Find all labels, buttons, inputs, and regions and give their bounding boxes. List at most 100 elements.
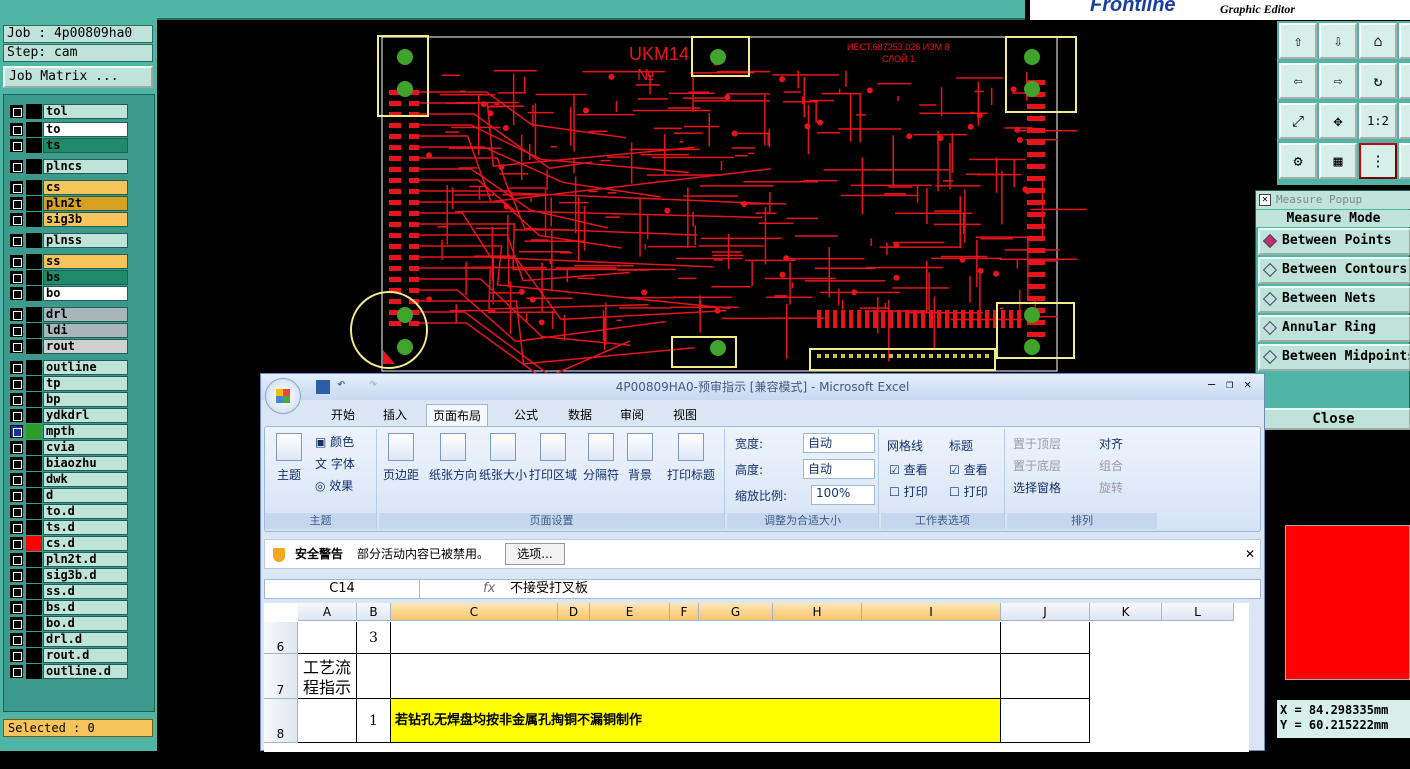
rotate-button[interactable]: 旋转 (1099, 479, 1123, 496)
layer-row[interactable]: cs (8, 180, 128, 195)
column-header[interactable]: D (558, 603, 590, 621)
measure-option[interactable]: Between Contours (1258, 257, 1410, 284)
options-button[interactable]: 选项... (505, 543, 565, 565)
layer-row[interactable]: to (8, 122, 128, 137)
group-button[interactable]: 组合 (1099, 457, 1123, 474)
page-setup-button[interactable]: 背景 (627, 433, 653, 483)
measure-option[interactable]: Between Nets (1258, 286, 1410, 313)
layer-checkbox[interactable] (10, 393, 23, 406)
worksheet-grid[interactable]: A B C D E F G H I J K L 6 3 7 工艺流程指示 8 1 若钻孔无焊盘均按非金属孔掏铜不漏铜… (264, 603, 1249, 752)
layer-checkbox[interactable] (10, 181, 23, 194)
ribbon-tab[interactable]: 开始 (321, 404, 365, 426)
cell-a[interactable] (298, 622, 357, 654)
close-icon[interactable]: ✕ (1259, 194, 1271, 206)
column-header[interactable]: B (357, 603, 391, 621)
job-matrix-button[interactable]: Job Matrix ... (3, 66, 153, 88)
layer-row[interactable]: sig3b.d (8, 568, 128, 583)
layer-row[interactable]: outline.d (8, 664, 128, 679)
close-warning-icon[interactable]: ✕ (1245, 540, 1255, 568)
headings-print-checkbox[interactable]: ☐ 打印 (949, 483, 988, 500)
layer-row[interactable]: ts (8, 138, 128, 153)
cell-a[interactable]: 工艺流程指示 (298, 654, 357, 699)
layer-row[interactable]: d (8, 488, 128, 503)
column-header[interactable]: A (298, 603, 357, 621)
layer-row[interactable]: to.d (8, 504, 128, 519)
column-header[interactable]: E (590, 603, 670, 621)
layer-checkbox[interactable] (10, 139, 23, 152)
layer-row[interactable]: tp (8, 376, 128, 391)
cell-j[interactable] (1001, 622, 1090, 654)
layer-row[interactable]: bs (8, 270, 128, 285)
page-setup-button[interactable]: 分隔符 (583, 433, 619, 483)
row-header[interactable]: 7 (264, 654, 298, 699)
measure-option[interactable]: Between Midpoints (1258, 344, 1410, 371)
tool-icon[interactable] (1399, 23, 1410, 59)
layer-row[interactable]: outline (8, 360, 128, 375)
layer-checkbox[interactable] (10, 234, 23, 247)
tool-icon[interactable] (1399, 103, 1410, 139)
pcb-canvas[interactable]: UKM14 № ИЕСТ.687253.026 ИЗМ 8 СЛОЙ 1 (157, 20, 1277, 380)
layer-row[interactable]: bp (8, 392, 128, 407)
layer-checkbox[interactable] (10, 213, 23, 226)
layer-row[interactable]: pln2t.d (8, 552, 128, 567)
layer-checkbox[interactable] (10, 441, 23, 454)
close-button[interactable]: Close (1256, 408, 1410, 430)
layer-row[interactable]: tol (8, 104, 128, 119)
layer-checkbox[interactable] (10, 377, 23, 390)
column-header[interactable]: K (1090, 603, 1162, 621)
layer-row[interactable]: plnss (8, 233, 128, 248)
page-setup-button[interactable]: 页边距 (383, 433, 419, 483)
layer-checkbox[interactable] (10, 271, 23, 284)
column-header[interactable]: C (391, 603, 558, 621)
ribbon-tab[interactable]: 审阅 (610, 404, 654, 426)
theme-button[interactable]: 主题 (271, 433, 307, 483)
layer-checkbox[interactable] (10, 665, 23, 678)
layer-checkbox[interactable] (10, 537, 23, 550)
layer-checkbox[interactable] (10, 425, 23, 438)
fonts-button[interactable]: 文 字体 (315, 455, 355, 472)
layer-row[interactable]: sig3b (8, 212, 128, 227)
layer-row[interactable]: cs.d (8, 536, 128, 551)
layer-row[interactable]: ldi (8, 323, 128, 338)
layer-checkbox[interactable] (10, 617, 23, 630)
layer-checkbox[interactable] (10, 633, 23, 646)
minimize-icon[interactable]: – (1208, 377, 1215, 391)
headings-view-checkbox[interactable]: ☑ 查看 (949, 461, 988, 478)
layer-row[interactable]: biaozhu (8, 456, 128, 471)
zoom-home-icon[interactable]: ⇧ (1279, 23, 1317, 59)
page-setup-button[interactable]: 打印标题 (667, 433, 715, 483)
cell-c[interactable] (391, 622, 1001, 654)
gridlines-view-checkbox[interactable]: ☑ 查看 (889, 461, 928, 478)
page-setup-button[interactable]: 纸张大小 (479, 433, 527, 483)
column-header[interactable]: G (699, 603, 773, 621)
formula-input[interactable]: 不接受打叉板 (510, 580, 588, 598)
cell-j[interactable] (1001, 699, 1090, 743)
column-header[interactable]: L (1162, 603, 1234, 621)
layer-row[interactable]: ts.d (8, 520, 128, 535)
pan-left-icon[interactable]: ⇦ (1279, 63, 1317, 99)
cell-j[interactable] (1001, 654, 1090, 699)
fit-all-icon[interactable]: ⤢ (1279, 103, 1317, 139)
layer-row[interactable]: plncs (8, 159, 128, 174)
undo-icon[interactable]: ↶ (337, 376, 345, 392)
layer-row[interactable]: drl.d (8, 632, 128, 647)
cell-b[interactable]: 1 (357, 699, 391, 743)
layer-checkbox[interactable] (10, 255, 23, 268)
zoom-input[interactable]: 100% (811, 485, 875, 505)
height-select[interactable]: 自动 (803, 459, 875, 479)
page-setup-button[interactable]: 打印区域 (529, 433, 577, 483)
width-select[interactable]: 自动 (803, 433, 875, 453)
close-window-icon[interactable]: ✕ (1244, 377, 1251, 391)
layer-checkbox[interactable] (10, 361, 23, 374)
layer-checkbox[interactable] (10, 569, 23, 582)
grid-icon[interactable]: ▦ (1319, 143, 1357, 179)
measure-option[interactable]: Annular Ring (1258, 315, 1410, 342)
tool-icon[interactable] (1399, 63, 1410, 99)
layer-row[interactable]: bs.d (8, 600, 128, 615)
layer-row[interactable]: ydkdrl (8, 408, 128, 423)
layer-row[interactable]: bo (8, 286, 128, 301)
home-view-icon[interactable]: ⌂ (1359, 23, 1397, 59)
save-icon[interactable] (316, 380, 330, 394)
column-header[interactable]: J (1001, 603, 1090, 621)
zoom-1-2-icon[interactable]: 1:2 (1359, 103, 1397, 139)
